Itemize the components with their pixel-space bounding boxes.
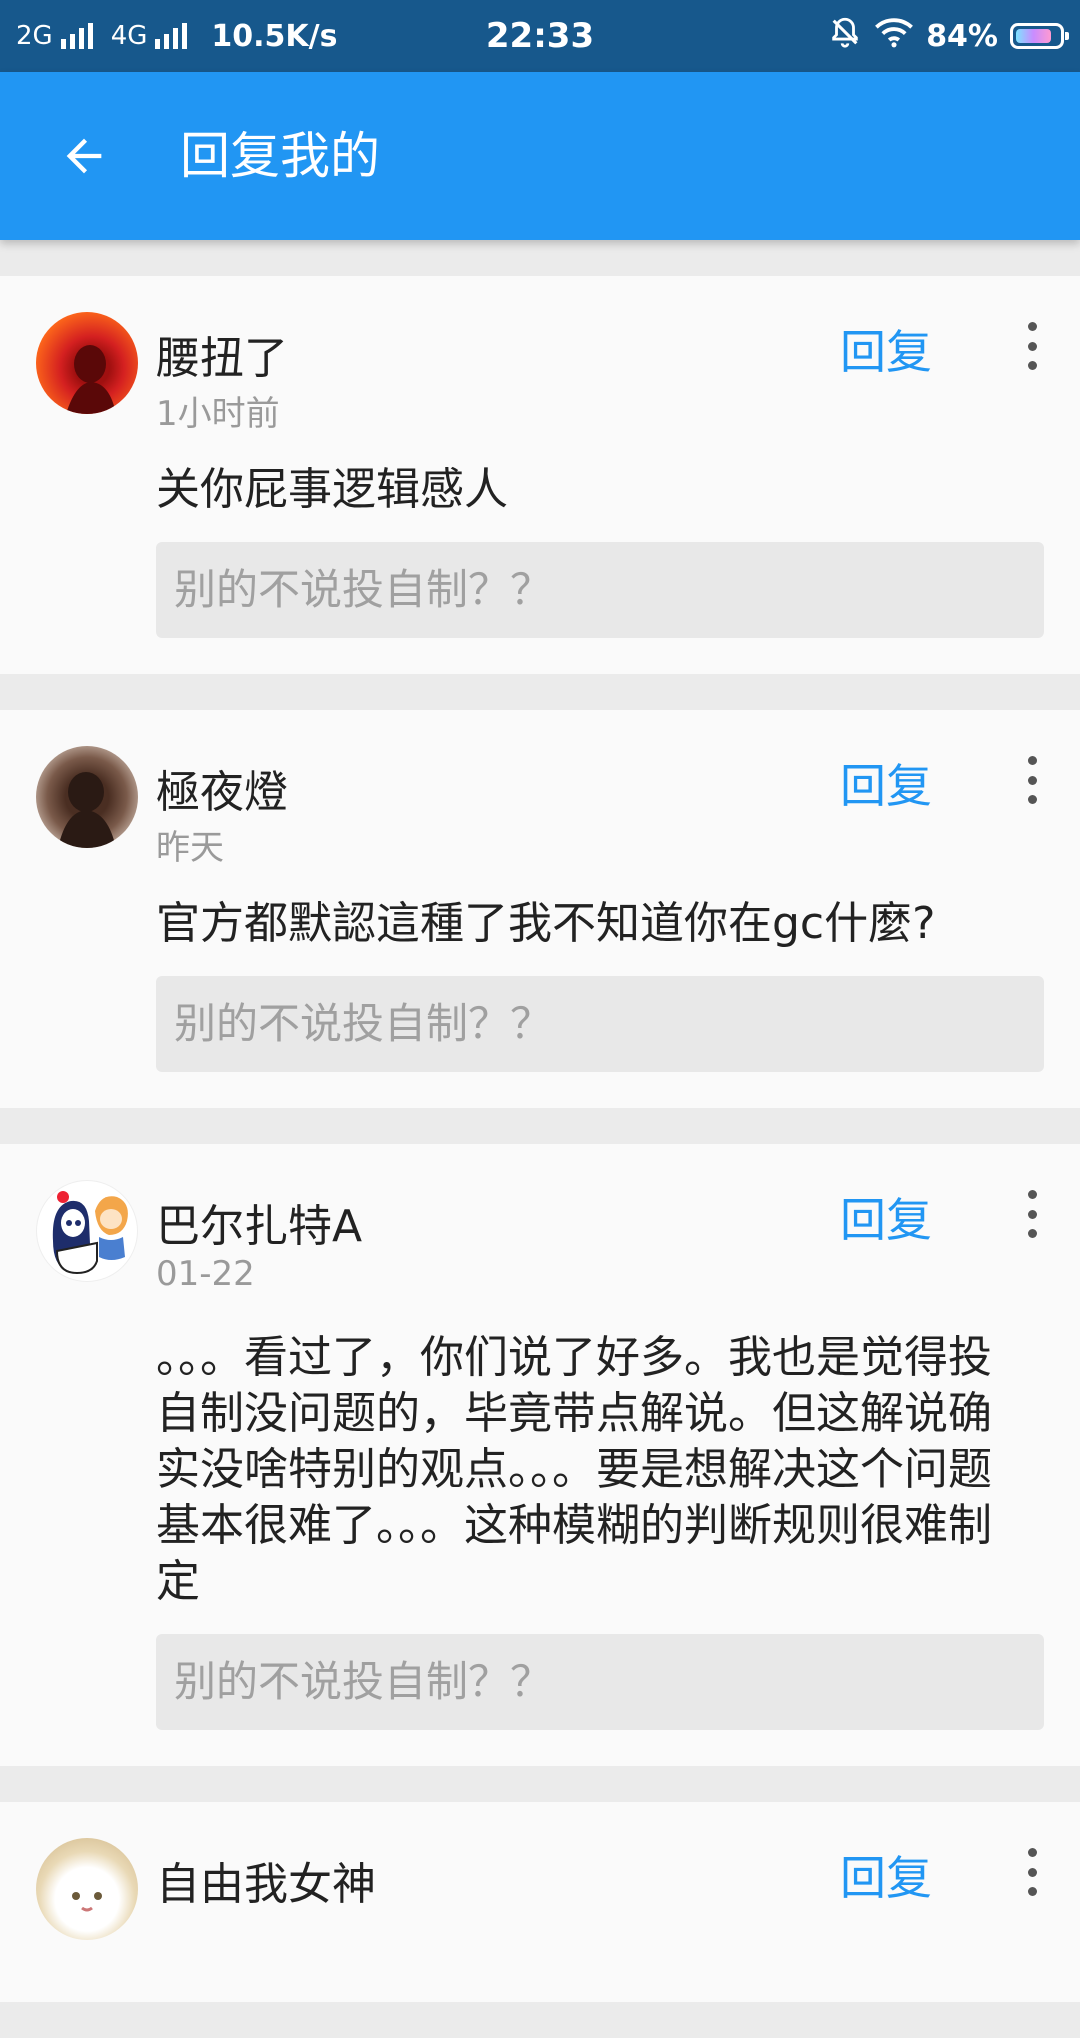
battery-icon: [1010, 23, 1069, 49]
avatar[interactable]: [36, 746, 138, 848]
reply-card: 腰扭了 1小时前 回复 关你屁事逻辑感人 别的不说投自制？？: [0, 276, 1080, 674]
user-name[interactable]: 腰扭了: [156, 322, 288, 386]
signal-icon: [60, 23, 93, 49]
reply-card: 自由我女神 回复: [0, 1802, 1080, 2002]
quoted-comment[interactable]: 别的不说投自制？？: [156, 1634, 1044, 1730]
more-options-icon[interactable]: [1020, 316, 1044, 376]
quoted-comment[interactable]: 别的不说投自制？？: [156, 542, 1044, 638]
reply-text: 。。。看过了，你们说了好多。我也是觉得投自制没问题的，毕竟带点解说。但这解说确实…: [156, 1332, 992, 1607]
reply-button[interactable]: 回复: [840, 1842, 932, 1908]
reply-time: 昨天: [156, 828, 224, 868]
wifi-icon: [874, 16, 914, 56]
user-name[interactable]: 自由我女神: [156, 1848, 376, 1912]
quoted-comment[interactable]: 别的不说投自制？？: [156, 976, 1044, 1072]
more-options-icon[interactable]: [1020, 750, 1044, 810]
avatar[interactable]: [36, 312, 138, 414]
avatar[interactable]: [36, 1180, 138, 1282]
status-bar: 2G 4G 10.5K/s 22:33 84%: [0, 0, 1080, 72]
reply-button[interactable]: 回复: [840, 750, 932, 816]
user-name[interactable]: 極夜燈: [156, 756, 288, 820]
status-left: 2G 4G 10.5K/s: [16, 0, 338, 72]
network-4g-label: 4G: [110, 21, 148, 51]
reply-text: 关你屁事逻辑感人: [156, 464, 508, 515]
app-bar: 回复我的: [0, 72, 1080, 240]
reply-card: 巴尔扎特A 01-22 回复 。。。看过了，你们说了好多。我也是觉得投自制没问题…: [0, 1144, 1080, 1766]
network-speed: 10.5K/s: [211, 18, 338, 54]
status-right: 84%: [828, 0, 1069, 72]
reply-button[interactable]: 回复: [840, 316, 932, 382]
signal-icon: [155, 23, 188, 49]
page-title: 回复我的: [180, 127, 380, 185]
reply-time: 01-22: [156, 1254, 255, 1294]
reply-card: 極夜燈 昨天 回复 官方都默認這種了我不知道你在gc什麼? 别的不说投自制？？: [0, 710, 1080, 1108]
battery-percent: 84%: [926, 18, 998, 54]
back-button[interactable]: [54, 126, 114, 186]
avatar[interactable]: [36, 1838, 138, 1940]
reply-text: 官方都默認這種了我不知道你在gc什麼?: [156, 898, 936, 949]
mute-bell-icon: [828, 15, 862, 57]
user-name[interactable]: 巴尔扎特A: [156, 1190, 362, 1254]
reply-time: 1小时前: [156, 394, 280, 434]
reply-button[interactable]: 回复: [840, 1184, 932, 1250]
more-options-icon[interactable]: [1020, 1842, 1044, 1902]
more-options-icon[interactable]: [1020, 1184, 1044, 1244]
network-2g-label: 2G: [16, 21, 53, 51]
arrow-left-icon: [66, 138, 102, 174]
reply-list: 腰扭了 1小时前 回复 关你屁事逻辑感人 别的不说投自制？？ 極夜燈 昨天 回复…: [0, 276, 1080, 2038]
